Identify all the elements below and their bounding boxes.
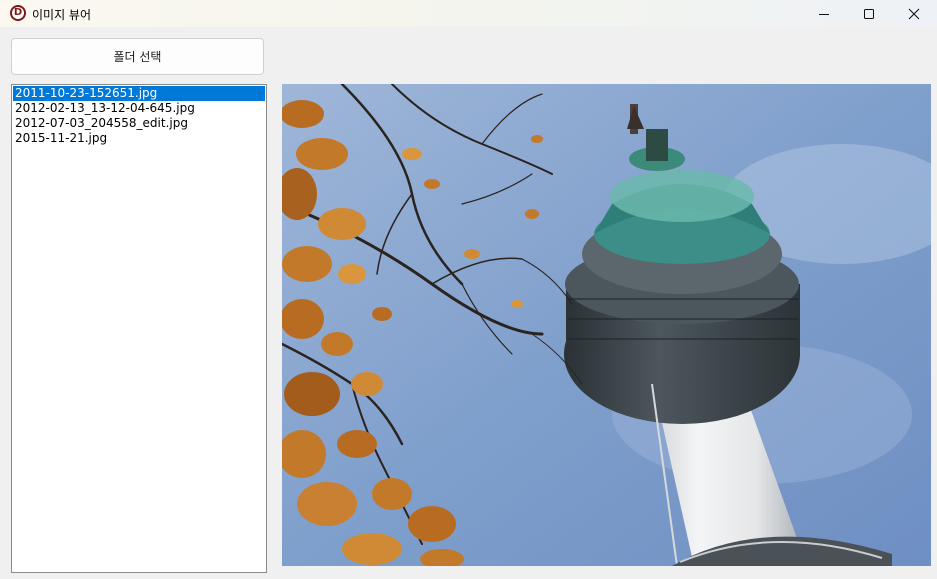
file-list-item[interactable]: 2011-10-23-152651.jpg bbox=[13, 86, 265, 101]
title-bar: D 이미지 뷰어 bbox=[0, 0, 937, 27]
select-folder-button[interactable]: 폴더 선택 bbox=[11, 38, 264, 75]
app-icon: D bbox=[10, 5, 26, 21]
file-list[interactable]: 2011-10-23-152651.jpg 2012-02-13_13-12-04… bbox=[11, 84, 267, 573]
maximize-button[interactable] bbox=[846, 0, 892, 27]
file-list-item[interactable]: 2012-07-03_204558_edit.jpg bbox=[13, 116, 265, 131]
maximize-icon bbox=[864, 8, 874, 19]
file-list-item[interactable]: 2015-11-21.jpg bbox=[13, 131, 265, 146]
app-icon-letter: D bbox=[12, 7, 24, 19]
minimize-icon bbox=[819, 13, 829, 15]
file-list-item[interactable]: 2012-02-13_13-12-04-645.jpg bbox=[13, 101, 265, 116]
tower-photo bbox=[282, 84, 931, 566]
close-button[interactable] bbox=[891, 0, 937, 27]
minimize-button[interactable] bbox=[801, 0, 847, 27]
image-viewer bbox=[282, 84, 931, 566]
close-icon bbox=[908, 8, 920, 19]
window-title: 이미지 뷰어 bbox=[32, 8, 92, 22]
